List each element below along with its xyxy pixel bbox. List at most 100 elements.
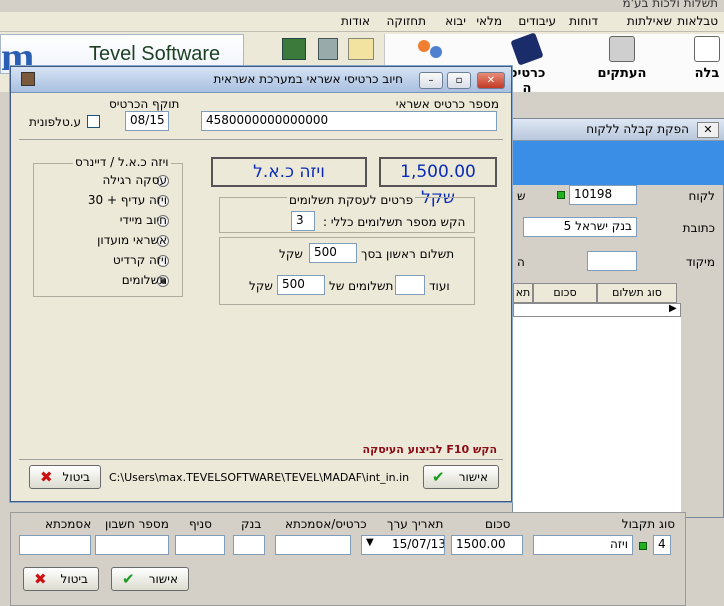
menu-tables[interactable]: טבלאות (677, 14, 718, 28)
check-icon: ✔ (432, 468, 445, 486)
bank-input[interactable] (233, 535, 265, 555)
dialog-titlebar: חיוב כרטיסי אשראי במערכת אשראית – ▫ ✕ (11, 67, 511, 93)
bottom-ok-button[interactable]: ✔ אישור (111, 567, 189, 591)
top-strip: תשלות ולכות בע'מ (0, 0, 724, 12)
installments-title: פרטים לעסקת תשלומים (287, 193, 416, 207)
menu-about[interactable]: אודות (341, 14, 370, 28)
receipt-window: הפקת קבלה ללקוח ✕ ש ה 10198 לקוח בנק ישר… (512, 118, 724, 518)
first-payment-unit: שקל (279, 247, 303, 261)
card-toolbar-label: כרטיס ה (508, 66, 546, 96)
menu-bar: טבלאות שאילתות דוחות עיבודים מלאי יבוא ת… (0, 12, 724, 32)
branch-label: סניף (189, 517, 212, 531)
bottom-cancel-label: ביטול (60, 572, 89, 586)
receipt-window-title: הפקת קבלה ללקוח (586, 122, 689, 136)
expiry-input[interactable]: 08/15 (125, 111, 169, 131)
app-title-fragment: תשלות ולכות בע'מ (622, 0, 718, 10)
card-ref-input[interactable] (275, 535, 351, 555)
amount-input[interactable]: 1500.00 (451, 535, 523, 555)
amount-label: סכום (485, 517, 511, 531)
f10-hint: הקש F10 לביצוע העיסקה (362, 443, 497, 456)
close-icon[interactable]: ✕ (697, 122, 719, 138)
option-club-label: אשראי מועדון (97, 233, 167, 247)
account-label: מספר חשבון (105, 517, 169, 531)
card-number-input[interactable]: 4580000000000000 (201, 111, 497, 131)
date-value: 15/07/13 (392, 537, 445, 551)
installments-prompt: הקש מספר תשלומים כללי : (323, 215, 466, 229)
menu-reports[interactable]: דוחות (569, 14, 598, 28)
date-input[interactable]: ▼ 15/07/13 (361, 535, 445, 555)
side-label-1: ש (517, 189, 526, 203)
bottom-cancel-button[interactable]: ✖ ביטול (23, 567, 99, 591)
ok-button-label: אישור (458, 470, 488, 484)
first-payment-input[interactable]: 500 (309, 243, 357, 263)
branch-input[interactable] (175, 535, 225, 555)
row-pointer-icon: ▶ (669, 303, 677, 314)
customer-label: לקוח (688, 189, 715, 203)
reference-input[interactable] (19, 535, 91, 555)
grid-row[interactable] (513, 303, 681, 317)
calculator-icon[interactable] (318, 38, 338, 60)
grid-header-payment-type[interactable]: סוג תשלום (597, 283, 677, 303)
more-count-input[interactable] (395, 275, 425, 295)
zip-field[interactable] (587, 251, 637, 271)
card-type-display: ויזה כ.א.ל (211, 157, 367, 187)
receipt-type-label: סוג תקבול (621, 517, 675, 531)
app-icon (21, 72, 35, 86)
x-icon: ✖ (40, 468, 53, 486)
dialog-title: חיוב כרטיסי אשראי במערכת אשראית (213, 72, 403, 86)
grid-header-date[interactable]: תא (513, 283, 533, 303)
side-label-2: ה (517, 255, 525, 269)
menu-processing[interactable]: עיבודים (518, 14, 556, 28)
folder-icon[interactable] (348, 38, 374, 60)
phone-checkbox-label: ע.טלפונית (29, 115, 82, 129)
credit-charge-dialog: חיוב כרטיסי אשראי במערכת אשראית – ▫ ✕ מס… (10, 66, 512, 502)
menu-inventory[interactable]: מלאי (476, 14, 502, 28)
grid-body (513, 317, 681, 517)
check-icon: ✔ (122, 570, 135, 588)
receipt-type-indicator (639, 542, 647, 550)
option-visa-adif-label: ויזה עדיף + 30 (87, 193, 167, 207)
first-payment-label: תשלום ראשון בסך (361, 247, 455, 261)
network-icon[interactable] (282, 38, 306, 60)
bank-label: בנק (241, 517, 262, 531)
sun-icon (416, 38, 446, 60)
account-input[interactable] (95, 535, 169, 555)
cancel-button[interactable]: ✖ ביטול (29, 465, 101, 489)
transaction-type-title: ויזה כ.א.ל / דיינרס (73, 155, 171, 169)
menu-maintenance[interactable]: תחזוקה (386, 14, 426, 28)
receipt-type-code-input[interactable]: 4 (653, 535, 671, 555)
expiry-label: תוקף הכרטיס (109, 97, 180, 111)
receipt-type-name-input[interactable]: ויזה (533, 535, 633, 555)
customer-field[interactable]: 10198 (569, 185, 637, 205)
cancel-button-label: ביטול (62, 470, 91, 484)
address-label: כתובת (682, 221, 715, 235)
reference-label: אסמכתא (45, 517, 92, 531)
payments-of-unit: שקל (249, 279, 273, 293)
close-icon[interactable]: ✕ (477, 72, 505, 89)
menu-queries[interactable]: שאילתות (627, 14, 672, 28)
option-immediate-label: חיוב מיידי (119, 213, 167, 227)
maximize-icon[interactable]: ▫ (447, 72, 471, 89)
ok-button[interactable]: ✔ אישור (423, 465, 499, 489)
address-field[interactable]: בנק ישראל 5 (523, 217, 637, 237)
receipt-line-panel: סוג תקבול 4 ויזה סכום 1500.00 תאריך ערך … (10, 512, 686, 606)
date-label: תאריך ערך (387, 517, 444, 531)
amount-display: 1,500.00 שקל (379, 157, 497, 208)
menu-import[interactable]: יבוא (445, 14, 466, 28)
receipt-window-titlebar: הפקת קבלה ללקוח ✕ (513, 119, 724, 141)
phone-checkbox[interactable] (87, 115, 100, 128)
dropdown-icon[interactable]: ▼ (366, 537, 374, 548)
card-toolbar-button[interactable]: כרטיס ה (506, 32, 548, 96)
copies-toolbar-button[interactable]: העתקים (592, 36, 652, 90)
receipt-toolbar-button[interactable]: בלה (690, 36, 724, 90)
minimize-icon[interactable]: – (419, 72, 443, 89)
logo-text: Tevel Software (89, 43, 221, 65)
more-label: ועוד (429, 279, 450, 293)
payments-of-input[interactable]: 500 (277, 275, 325, 295)
installments-count-input[interactable]: 3 (291, 211, 315, 231)
divider (19, 459, 503, 460)
card-ref-label: כרטיס/אסמכתא (285, 517, 367, 531)
payments-of-label: תשלומים של (329, 279, 394, 293)
option-regular-label: עסקה רגילה (102, 173, 167, 187)
grid-header-amount[interactable]: סכום (533, 283, 597, 303)
